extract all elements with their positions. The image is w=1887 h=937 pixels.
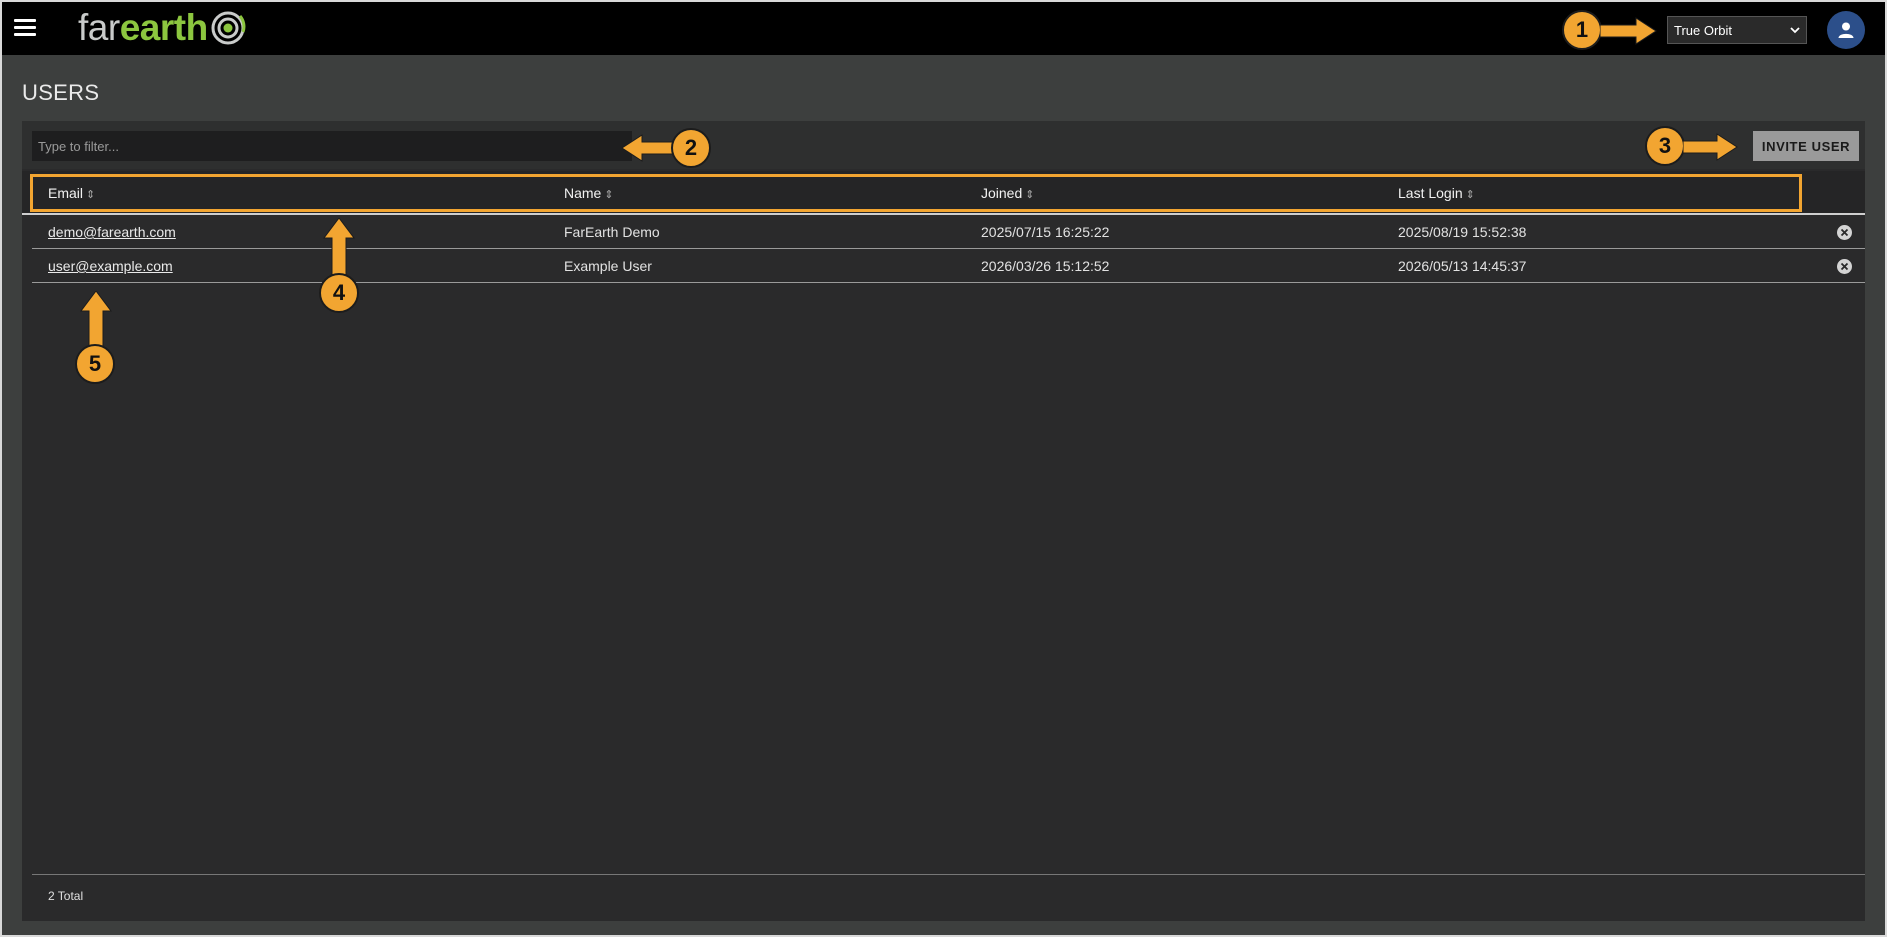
- app-window: farearth True Orbit USERS INVITE USE: [2, 2, 1885, 935]
- invite-user-button[interactable]: INVITE USER: [1753, 131, 1859, 161]
- arrow-left-icon: [622, 134, 674, 162]
- user-email-link[interactable]: user@example.com: [48, 258, 173, 274]
- table-toolbar: INVITE USER: [22, 121, 1865, 169]
- column-header-highlight: [30, 174, 1802, 212]
- user-icon: [1838, 22, 1854, 38]
- close-icon: [1840, 262, 1849, 271]
- arrow-right-icon: [1683, 133, 1738, 161]
- filter-input[interactable]: [32, 131, 632, 161]
- organization-select[interactable]: True Orbit: [1667, 16, 1807, 44]
- table-footer: 2 Total: [32, 874, 1865, 915]
- user-joined: 2026/03/26 15:12:52: [981, 258, 1110, 274]
- total-count: 2 Total: [48, 889, 84, 903]
- page-title: USERS: [22, 80, 100, 105]
- remove-user-button[interactable]: [1837, 225, 1852, 240]
- organization-select-value: True Orbit: [1674, 22, 1733, 38]
- user-last-login: 2025/08/19 15:52:38: [1398, 224, 1527, 240]
- arrow-right-icon: [1600, 17, 1657, 45]
- farearth-logo: far earth: [78, 6, 246, 50]
- callout-4: 4: [319, 273, 359, 313]
- user-joined: 2025/07/15 16:25:22: [981, 224, 1110, 240]
- table-row: user@example.com Example User 2026/03/26…: [32, 249, 1865, 283]
- table-row: demo@farearth.com FarEarth Demo 2025/07/…: [32, 215, 1865, 249]
- remove-user-button[interactable]: [1837, 259, 1852, 274]
- callout-3: 3: [1645, 126, 1685, 166]
- user-name: FarEarth Demo: [564, 224, 660, 240]
- user-avatar-button[interactable]: [1827, 11, 1865, 49]
- logo-orbit-icon: [211, 11, 246, 45]
- menu-icon[interactable]: [14, 19, 36, 37]
- users-panel: INVITE USER Email⇕ Name⇕ Joined⇕ Last Lo…: [22, 121, 1865, 921]
- callout-2: 2: [671, 128, 711, 168]
- user-name: Example User: [564, 258, 652, 274]
- user-last-login: 2026/05/13 14:45:37: [1398, 258, 1527, 274]
- arrow-up-icon: [80, 291, 112, 351]
- callout-1: 1: [1562, 10, 1602, 50]
- callout-5: 5: [75, 344, 115, 384]
- user-email-link[interactable]: demo@farearth.com: [48, 224, 176, 240]
- chevron-down-icon: [1790, 27, 1800, 34]
- arrow-up-icon: [323, 218, 355, 278]
- close-icon: [1840, 228, 1849, 237]
